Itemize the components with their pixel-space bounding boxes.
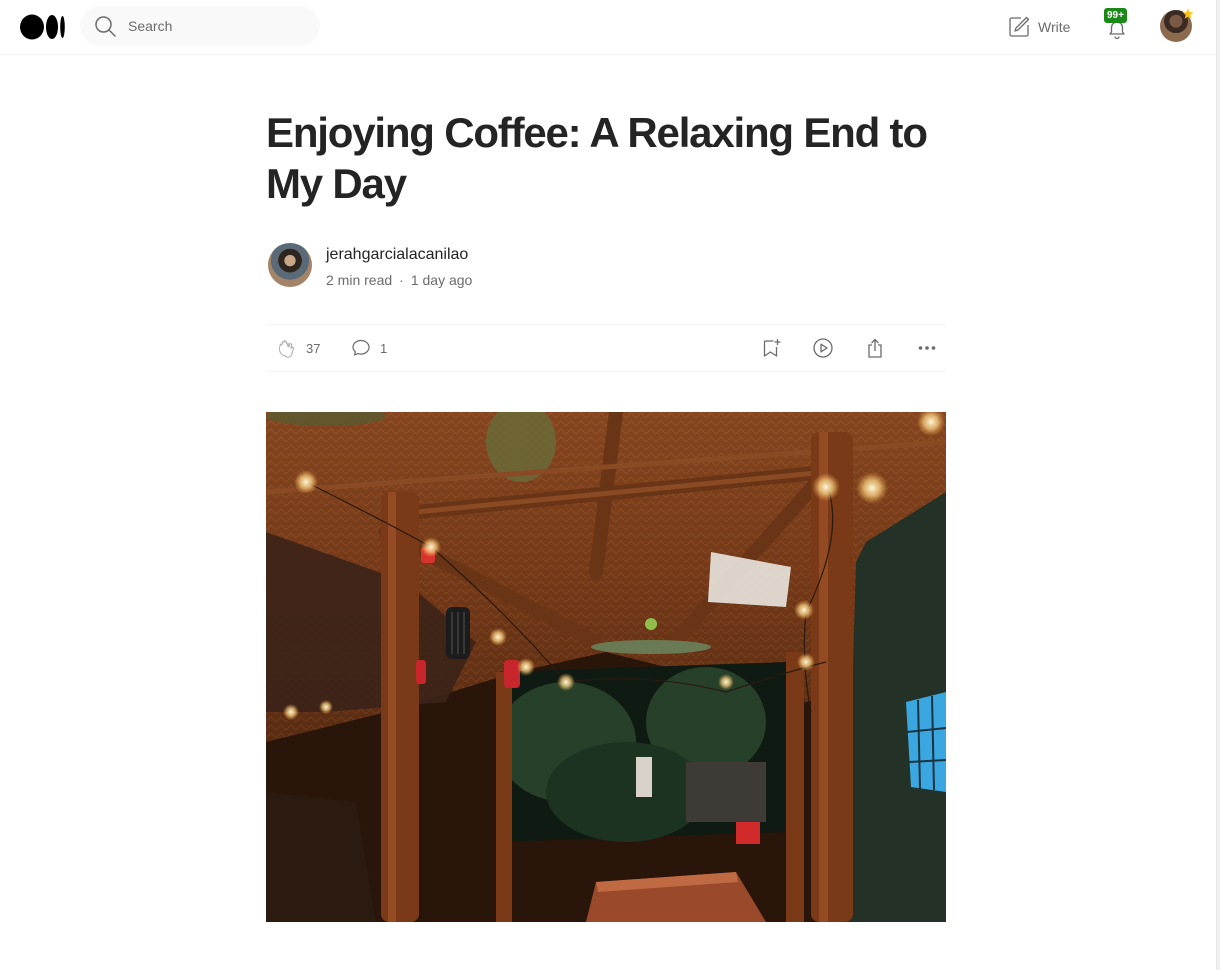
search-box[interactable] (80, 6, 320, 46)
read-time: 2 min read (326, 272, 393, 288)
meta-separator: · (399, 272, 404, 288)
star-icon (1182, 8, 1194, 19)
comment-icon (352, 339, 370, 356)
write-label: Write (1038, 19, 1071, 35)
medium-logo-icon[interactable] (20, 14, 66, 40)
search-input[interactable] (128, 6, 308, 46)
listen-button[interactable] (812, 325, 834, 371)
bookmark-add-icon (763, 339, 781, 357)
search-icon (95, 16, 116, 37)
clap-button[interactable]: 37 (276, 325, 320, 371)
more-options-button[interactable] (916, 325, 938, 371)
clap-count: 37 (306, 340, 321, 356)
more-icon (918, 346, 936, 350)
top-navigation-bar: Write 99+ (0, 0, 1216, 55)
share-button[interactable] (864, 325, 886, 371)
author-name[interactable]: jerahgarcialacanilao (326, 246, 468, 264)
article-meta: 2 min read · 1 day ago (326, 272, 472, 288)
notifications-button[interactable]: 99+ (1100, 8, 1136, 44)
clap-icon (278, 339, 295, 358)
responses-button[interactable]: 1 (350, 325, 387, 371)
article-hero-image (266, 412, 946, 922)
article-action-bar: 37 1 (266, 324, 946, 372)
author-avatar[interactable] (268, 243, 312, 287)
notification-badge: 99+ (1104, 8, 1127, 23)
responses-count: 1 (380, 340, 388, 356)
play-icon (813, 338, 833, 358)
share-icon (868, 338, 882, 358)
scrollbar[interactable] (1216, 0, 1220, 970)
publish-date: 1 day ago (410, 272, 473, 288)
save-button[interactable] (760, 325, 782, 371)
write-icon (1009, 16, 1030, 37)
article-title: Enjoying Coffee: A Relaxing End to My Da… (266, 109, 928, 207)
write-button[interactable]: Write (1008, 14, 1070, 40)
